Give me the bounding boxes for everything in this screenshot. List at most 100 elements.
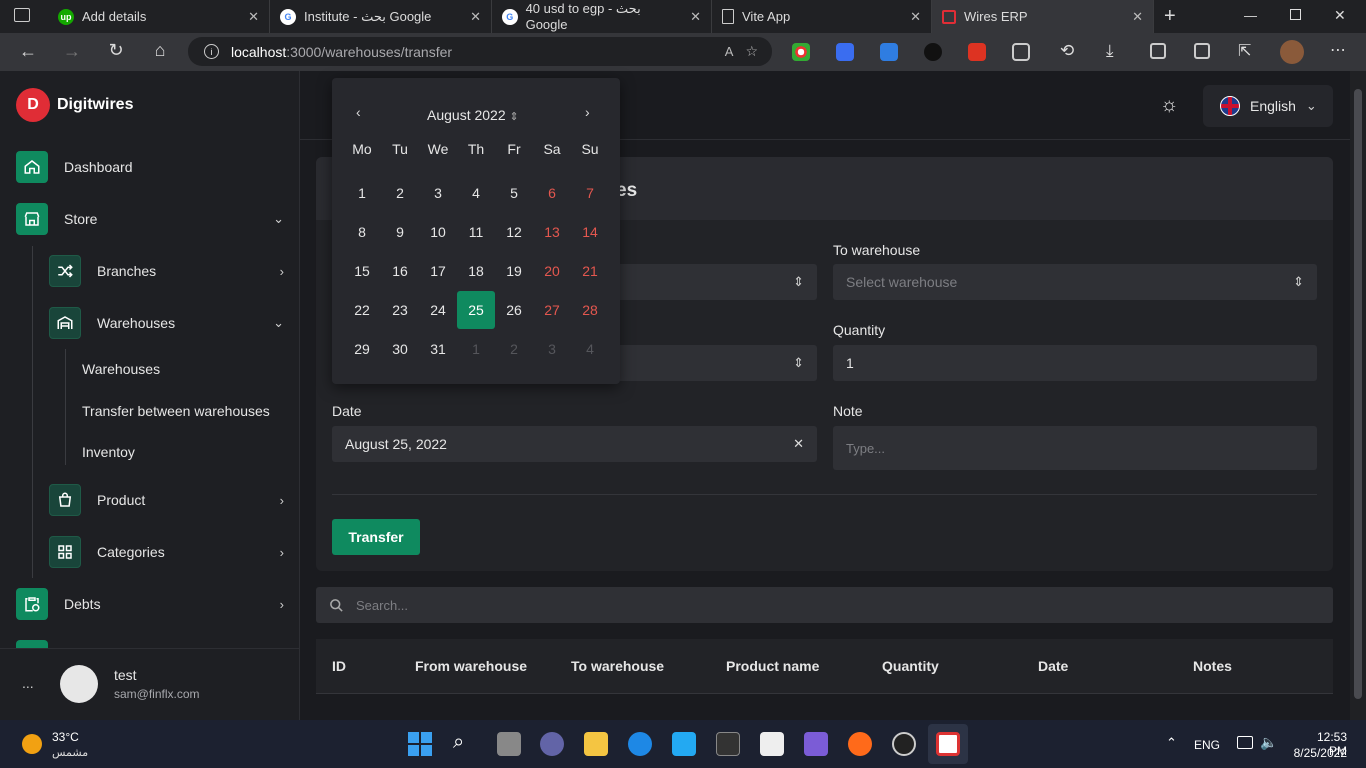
avatar[interactable] [60,665,98,703]
calendar-day[interactable]: 22 [345,293,379,327]
calendar-day[interactable]: 13 [535,215,569,249]
tab-actions-icon[interactable] [14,8,30,22]
calendar-day[interactable]: 1 [459,332,493,366]
sidebar-subitem-inventory[interactable]: Inventoy [82,444,135,460]
extension-github-icon[interactable] [924,43,942,61]
sidebar-item-branches[interactable]: Branches › [49,255,284,287]
search-input[interactable]: Search... [316,587,1333,623]
vscode-icon[interactable] [672,732,696,756]
note-input[interactable]: Type... [833,426,1317,470]
share-icon[interactable]: ⇱ [1238,41,1251,61]
obs-icon[interactable] [892,732,916,756]
language-indicator[interactable]: ENG [1194,738,1220,752]
sidebar-item-warehouses[interactable]: Warehouses ⌄ [49,307,284,339]
tray-chevron-icon[interactable]: ⌃ [1166,735,1177,751]
restore-icon[interactable] [1290,9,1301,20]
calendar-day[interactable]: 23 [383,293,417,327]
calendar-day[interactable]: 16 [383,254,417,288]
extension-pen-icon[interactable] [836,43,854,61]
sidebar-subitem-transfer[interactable]: Transfer between warehouses [82,403,270,419]
calendar-day[interactable]: 19 [497,254,531,288]
transfer-button[interactable]: Transfer [332,519,420,555]
tab-add-details[interactable]: up Add details ✕ [48,0,270,33]
clear-date-icon[interactable]: ✕ [793,436,804,452]
calendar-day[interactable]: 8 [345,215,379,249]
tab-usd-egp[interactable]: G 40 usd to egp - بحث Google ✕ [492,0,712,33]
calendar-day[interactable]: 28 [573,293,607,327]
read-aloud-icon[interactable]: A [725,44,734,59]
scrollbar-thumb[interactable] [1354,89,1362,699]
windows-start-icon[interactable] [408,732,432,756]
url-bar[interactable]: i localhost:3000/warehouses/transfer A ☆ [188,37,772,66]
forward-icon[interactable]: → [62,41,82,62]
sidebar-item-categories[interactable]: Categories › [49,536,284,568]
sun-icon[interactable]: ☼ [1160,94,1178,117]
close-tab-icon[interactable]: ✕ [1132,9,1143,25]
calendar-day[interactable]: 17 [421,254,455,288]
extension-azure-icon[interactable] [880,43,898,61]
month-selector[interactable]: August 2022 ⇕ [427,107,519,123]
terminal-icon[interactable] [716,732,740,756]
language-selector[interactable]: English ⌄ [1203,85,1333,127]
calendar-day[interactable]: 25 [457,291,495,329]
edge-icon[interactable] [628,732,652,756]
extension-color-icon[interactable] [792,43,810,61]
to-warehouse-select[interactable]: Select warehouse ⇕ [833,264,1317,300]
close-tab-icon[interactable]: ✕ [470,9,481,25]
calendar-day[interactable]: 6 [535,176,569,210]
close-tab-icon[interactable]: ✕ [690,9,701,25]
calendar-day[interactable]: 31 [421,332,455,366]
calendar-day[interactable]: 27 [535,293,569,327]
sidebar-subitem-warehouses[interactable]: Warehouses [82,361,160,377]
new-tab-icon[interactable]: + [1164,5,1176,28]
calendar-day[interactable]: 2 [383,176,417,210]
search-icon[interactable]: ⌕ [453,731,464,754]
close-tab-icon[interactable]: ✕ [910,9,921,25]
wires-erp-taskbar-icon[interactable] [936,732,960,756]
task-view-icon[interactable] [497,732,521,756]
sidebar-item-dashboard[interactable]: Dashboard [16,151,284,183]
file-explorer-icon[interactable] [584,732,608,756]
calendar-day[interactable]: 14 [573,215,607,249]
favorite-icon[interactable]: ☆ [745,43,758,60]
calendar-day[interactable]: 26 [497,293,531,327]
quantity-input[interactable]: 1 [833,345,1317,381]
profile-avatar[interactable] [1280,40,1304,64]
reload-icon[interactable]: ↻ [106,40,126,61]
calendar-day[interactable]: 1 [345,176,379,210]
prev-month-icon[interactable]: ‹ [356,104,361,120]
calendar-day[interactable]: 2 [497,332,531,366]
tab-institute[interactable]: G Institute - بحث Google ✕ [270,0,492,33]
calendar-day[interactable]: 30 [383,332,417,366]
calendar-day[interactable]: 3 [535,332,569,366]
calendar-day[interactable]: 18 [459,254,493,288]
collections-icon[interactable] [1150,43,1166,59]
calendar-day[interactable]: 5 [497,176,531,210]
close-window-icon[interactable]: ✕ [1334,7,1346,24]
calendar-day[interactable]: 12 [497,215,531,249]
minimize-icon[interactable]: — [1244,8,1257,23]
chat-icon[interactable] [540,732,564,756]
tab-wires-erp[interactable]: Wires ERP ✕ [932,0,1154,33]
calendar-day[interactable]: 15 [345,254,379,288]
user-menu-icon[interactable]: ... [22,675,34,691]
history-icon[interactable]: ⟲ [1060,41,1074,61]
postman-icon[interactable] [848,732,872,756]
extension-red-icon[interactable] [968,43,986,61]
close-tab-icon[interactable]: ✕ [248,9,259,25]
calendar-day[interactable]: 4 [459,176,493,210]
obsidian-icon[interactable] [804,732,828,756]
more-options-icon[interactable]: ⋯ [1330,40,1346,60]
home-icon[interactable]: ⌂ [150,40,170,61]
tabs-icon[interactable] [1194,43,1210,59]
tab-vite-app[interactable]: Vite App ✕ [712,0,932,33]
calendar-day[interactable]: 24 [421,293,455,327]
back-icon[interactable]: ← [18,41,38,62]
date-input[interactable]: August 25, 2022 ✕ [332,426,817,462]
sidebar-item-store[interactable]: Store ⌄ [16,203,284,235]
calendar-day[interactable]: 9 [383,215,417,249]
info-icon[interactable]: i [204,44,219,59]
calendar-day[interactable]: 4 [573,332,607,366]
calendar-day[interactable]: 7 [573,176,607,210]
calendar-day[interactable]: 10 [421,215,455,249]
